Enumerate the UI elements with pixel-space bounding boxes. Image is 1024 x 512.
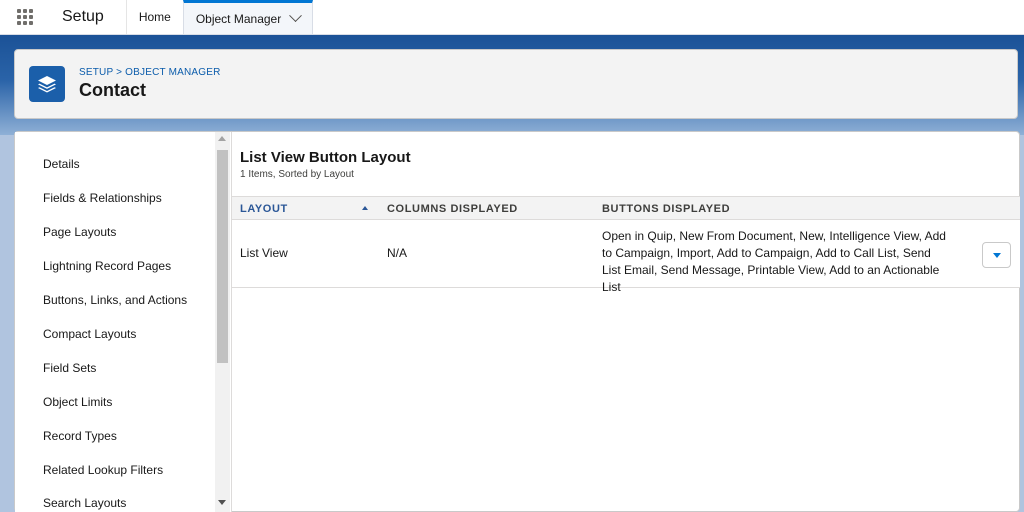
global-nav: Setup Home Object Manager (0, 0, 1024, 35)
sidebar-item-page-layouts[interactable]: Page Layouts (43, 225, 116, 239)
cell-buttons-displayed: Open in Quip, New From Document, New, In… (602, 229, 946, 294)
app-name: Setup (62, 8, 104, 25)
sidebar-item-search-layouts[interactable]: Search Layouts (43, 496, 126, 510)
app-launcher-button[interactable] (0, 0, 50, 34)
tab-home[interactable]: Home (125, 0, 183, 34)
scroll-up-icon[interactable] (218, 136, 226, 141)
sidebar-item-related-lookup-filters[interactable]: Related Lookup Filters (43, 463, 163, 477)
tab-label: Object Manager (195, 11, 282, 26)
main-panel: Details Fields & Relationships Page Layo… (14, 131, 1020, 512)
sidebar-item-details[interactable]: Details (43, 157, 80, 171)
column-header-buttons-displayed[interactable]: BUTTONS DISPLAYED (602, 203, 730, 215)
breadcrumb[interactable]: SETUP > OBJECT MANAGER (79, 67, 221, 78)
cell-columns-displayed: N/A (387, 246, 408, 260)
sort-up-icon[interactable] (362, 206, 368, 210)
scroll-thumb[interactable] (217, 150, 228, 363)
table-row: List View N/A Open in Quip, New From Doc… (232, 220, 1020, 294)
table-header: LAYOUT COLUMNS DISPLAYED BUTTONS DISPLAY… (232, 196, 1020, 220)
sidebar-item-buttons-links-actions[interactable]: Buttons, Links, and Actions (43, 293, 187, 307)
tab-label: Home (138, 10, 171, 24)
cell-layout[interactable]: List View (240, 246, 288, 260)
page-title: Contact (79, 80, 146, 100)
section-subtitle: 1 Items, Sorted by Layout (240, 169, 354, 180)
tab-object-manager[interactable]: Object Manager (182, 0, 314, 34)
sidebar-item-fields-relationships[interactable]: Fields & Relationships (43, 191, 162, 205)
object-sidebar: Details Fields & Relationships Page Layo… (15, 132, 231, 512)
sidebar-item-object-limits[interactable]: Object Limits (43, 395, 112, 409)
chevron-down-icon[interactable] (289, 9, 303, 23)
page-header: SETUP > OBJECT MANAGER Contact (14, 49, 1018, 119)
scroll-down-icon[interactable] (218, 500, 226, 505)
layers-icon (29, 66, 65, 102)
sidebar-item-compact-layouts[interactable]: Compact Layouts (43, 327, 136, 341)
section-title: List View Button Layout (240, 149, 411, 166)
content-area: List View Button Layout 1 Items, Sorted … (231, 132, 1020, 512)
row-action-button[interactable] (982, 242, 1011, 268)
sidebar-item-record-types[interactable]: Record Types (43, 429, 117, 443)
dropdown-icon (992, 252, 1001, 258)
column-header-columns-displayed[interactable]: COLUMNS DISPLAYED (387, 203, 518, 215)
waffle-icon (17, 9, 33, 25)
column-header-layout[interactable]: LAYOUT (240, 203, 288, 215)
sidebar-item-lightning-record-pages[interactable]: Lightning Record Pages (43, 259, 171, 273)
sidebar-item-field-sets[interactable]: Field Sets (43, 361, 96, 375)
sidebar-scrollbar[interactable] (215, 132, 230, 512)
